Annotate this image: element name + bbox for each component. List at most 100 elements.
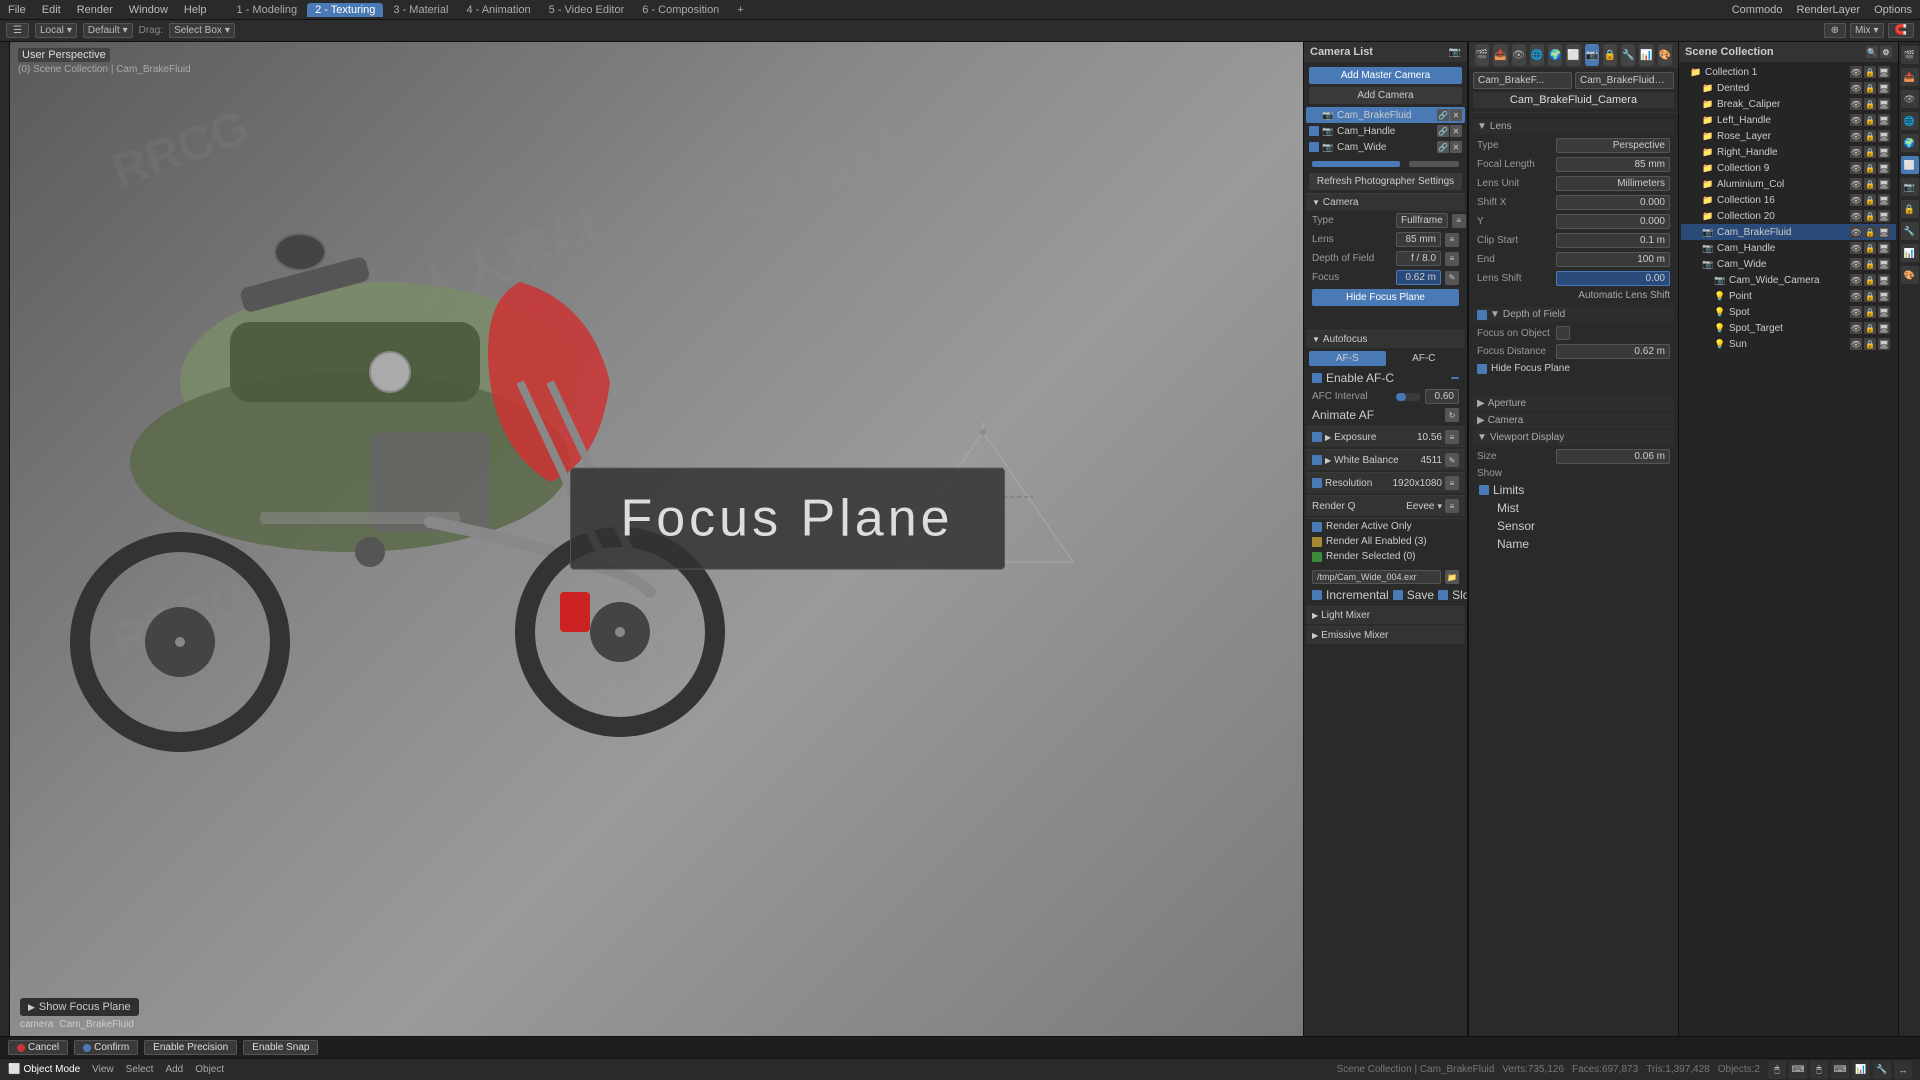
vis-btn[interactable]: 🖥 [1878, 210, 1890, 222]
camera-type-menu-btn[interactable]: ≡ [1452, 214, 1466, 228]
border-btn[interactable] [1409, 161, 1459, 167]
options-btn[interactable]: Options [1870, 4, 1916, 16]
light-mixer-header[interactable]: ▶ Light Mixer [1306, 607, 1465, 624]
vis-btn[interactable]: 🖥 [1878, 338, 1890, 350]
cam-handle-link-btn[interactable]: 🔗 [1437, 125, 1449, 137]
vis-btn[interactable]: 🔒 [1864, 274, 1876, 286]
mix-select[interactable]: Mix▾ [1850, 23, 1884, 38]
vis-btn[interactable]: 🔒 [1864, 130, 1876, 142]
tab-composition[interactable]: 6 - Composition [634, 3, 727, 17]
tab-video-editor[interactable]: 5 - Video Editor [541, 3, 633, 17]
clip-end-value[interactable]: 100 m [1556, 252, 1670, 267]
emissive-mixer-header[interactable]: ▶ Emissive Mixer [1306, 627, 1465, 644]
lock-camera-btn[interactable] [1312, 161, 1400, 167]
render-all-checkbox[interactable] [1312, 537, 1322, 547]
output-path-btn[interactable]: 📁 [1445, 570, 1459, 584]
menu-help[interactable]: Help [180, 4, 211, 16]
tab-add[interactable]: + [729, 3, 751, 17]
shift-y-value[interactable]: 0.000 [1556, 214, 1670, 229]
vis-btn[interactable]: 🖥 [1878, 258, 1890, 270]
render-active-checkbox[interactable] [1312, 522, 1322, 532]
orientation-select[interactable]: Local▾ [35, 23, 77, 38]
vis-btn[interactable]: 🔒 [1864, 306, 1876, 318]
slot-checkbox[interactable] [1438, 590, 1448, 600]
cam-handle-close-btn[interactable]: ✕ [1450, 125, 1462, 137]
ctrl-icon-7[interactable]: ↔ [1894, 1061, 1912, 1079]
vis-btn[interactable]: 👁 [1850, 210, 1862, 222]
render-active-only-row[interactable]: Render Active Only [1306, 519, 1465, 534]
shift-x-value[interactable]: 0.000 [1556, 195, 1670, 210]
cam-entry-handle[interactable]: 📷 Cam_Handle 🔗 ✕ [1306, 123, 1465, 139]
rs-icon-4[interactable]: 🌐 [1901, 112, 1919, 130]
render-selected-checkbox[interactable] [1312, 552, 1322, 562]
vis-btn[interactable]: 🔒 [1864, 114, 1876, 126]
cam-link-btn[interactable]: 🔗 [1437, 109, 1449, 121]
enable-snap-btn[interactable]: Enable Snap [243, 1040, 318, 1055]
scene-item-collection-20[interactable]: 📁Collection 20👁🔒🖥 [1681, 208, 1896, 224]
scene-item-collection-9[interactable]: 📁Collection 9👁🔒🖥 [1681, 160, 1896, 176]
lens-header[interactable]: ▼ Lens [1473, 119, 1674, 134]
white-balance-header[interactable]: ▶ White Balance 4511 ✎ [1306, 450, 1465, 470]
props-tab-scene[interactable]: 🌐 [1530, 44, 1544, 66]
vis-btn[interactable]: 🖥 [1878, 146, 1890, 158]
scene-item-cam_wide[interactable]: 📷Cam_Wide👁🔒🖥 [1681, 256, 1896, 272]
render-all-enabled-row[interactable]: Render All Enabled (3) [1306, 534, 1465, 549]
rs-icon-7[interactable]: 📷 [1901, 178, 1919, 196]
rs-icon-1[interactable]: 🎬 [1901, 46, 1919, 64]
vis-btn[interactable]: 🖥 [1878, 66, 1890, 78]
menu-edit[interactable]: Edit [38, 4, 65, 16]
incremental-checkbox[interactable] [1312, 590, 1322, 600]
output-path[interactable]: /tmp/Cam_Wide_004.exr [1312, 570, 1441, 584]
tab-texturing[interactable]: 2 - Texturing [307, 3, 383, 17]
focus-object-picker[interactable] [1556, 326, 1570, 340]
ctrl-icon-6[interactable]: 🔧 [1873, 1061, 1891, 1079]
cam-entry-brakefluid[interactable]: 📷 Cam_BrakeFluid 🔗 ✕ [1306, 107, 1465, 123]
menu-render[interactable]: Render [73, 4, 117, 16]
vis-btn[interactable]: 🔒 [1864, 98, 1876, 110]
tab-modeling[interactable]: 1 - Modeling [229, 3, 306, 17]
object-menu[interactable]: Object [195, 1064, 224, 1075]
vis-btn[interactable]: 🖥 [1878, 274, 1890, 286]
vis-btn[interactable]: 🔒 [1864, 338, 1876, 350]
aperture-header[interactable]: ▶ Aperture [1473, 396, 1674, 411]
lens-shift-value[interactable]: 0.00 [1556, 271, 1670, 286]
lens-value[interactable]: 85 mm [1396, 232, 1441, 247]
exposure-menu-btn[interactable]: ≡ [1445, 430, 1459, 444]
vis-btn[interactable]: 🖥 [1878, 130, 1890, 142]
vis-btn[interactable]: 🔒 [1864, 226, 1876, 238]
rs-icon-6[interactable]: ⬜ [1901, 156, 1919, 174]
save-checkbox[interactable] [1393, 590, 1403, 600]
vd-limits-checkbox[interactable] [1479, 485, 1489, 495]
vis-btn[interactable]: 🔒 [1864, 162, 1876, 174]
props-tab-render[interactable]: 🎬 [1475, 44, 1489, 66]
focal-length-value[interactable]: 85 mm [1556, 157, 1670, 172]
cam-checkbox-brakefluid[interactable] [1309, 110, 1319, 120]
scene-item-dented[interactable]: 📁Dented👁🔒🖥 [1681, 80, 1896, 96]
auto-lens-shift-btn[interactable]: Automatic Lens Shift [1578, 290, 1670, 301]
vis-btn[interactable]: 👁 [1850, 194, 1862, 206]
scene-item-cam_wide_camera[interactable]: 📷Cam_Wide_Camera👁🔒🖥 [1681, 272, 1896, 288]
vis-btn[interactable]: 🔒 [1864, 242, 1876, 254]
autofocus-header[interactable]: ▼ Autofocus [1306, 331, 1465, 348]
vis-btn[interactable]: 🖥 [1878, 178, 1890, 190]
mode-select[interactable]: ☰ [6, 23, 29, 38]
focus-distance-value[interactable]: 0.62 m [1556, 344, 1670, 359]
scene-item-left_handle[interactable]: 📁Left_Handle👁🔒🖥 [1681, 112, 1896, 128]
vis-btn[interactable]: 👁 [1850, 258, 1862, 270]
vis-btn[interactable]: 👁 [1850, 178, 1862, 190]
menu-file[interactable]: File [4, 4, 30, 16]
dof-menu-btn[interactable]: ≡ [1445, 252, 1459, 266]
scene-item-spot_target[interactable]: 💡Spot_Target👁🔒🖥 [1681, 320, 1896, 336]
scene-item-aluminium_col[interactable]: 📁Aluminium_Col👁🔒🖥 [1681, 176, 1896, 192]
vd-size-value[interactable]: 0.06 m [1556, 449, 1670, 464]
vis-btn[interactable]: 👁 [1850, 290, 1862, 302]
cam-selector-1[interactable]: Cam_BrakeF... [1473, 72, 1572, 89]
props-tab-material[interactable]: 🎨 [1658, 44, 1672, 66]
rs-icon-11[interactable]: 🎨 [1901, 266, 1919, 284]
props-tab-object[interactable]: ⬜ [1566, 44, 1580, 66]
drag-select[interactable]: Select Box▾ [169, 23, 235, 38]
tab-animation[interactable]: 4 - Animation [458, 3, 538, 17]
scene-item-spot[interactable]: 💡Spot👁🔒🖥 [1681, 304, 1896, 320]
scene-item-cam_brakefluid[interactable]: 📷Cam_BrakeFluid👁🔒🖥 [1681, 224, 1896, 240]
vis-btn[interactable]: 👁 [1850, 162, 1862, 174]
